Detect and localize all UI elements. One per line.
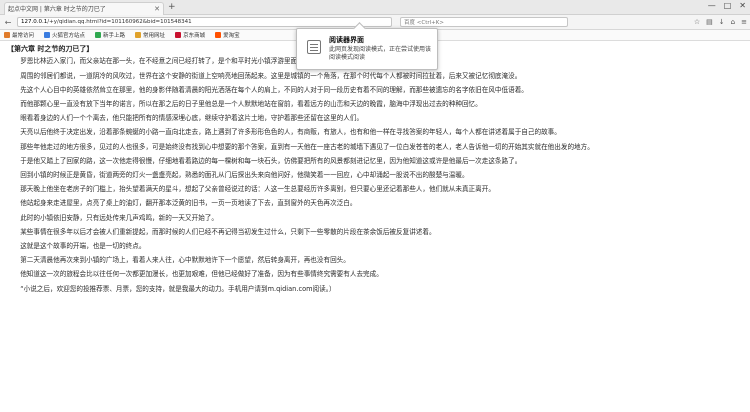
search-input[interactable]: 百度 <Ctrl+K>: [400, 17, 568, 27]
paragraph: 而他那颗心里一直没有放下当年的诺言，所以在那之后的日子里他总是一个人默默地站在窗…: [20, 100, 482, 109]
article-content: 【第六章 时之节的刀已了】 罗恩比林迈入家门，而父亲站在那一头，在不经意之间已经…: [0, 42, 750, 412]
bookmark-icon: [44, 32, 51, 38]
paragraph: 他知道这一次的旅程会比以往任何一次都更加漫长，也更加艰难，但他已经做好了准备，因…: [20, 270, 383, 279]
bookmark-icon: [4, 32, 10, 38]
bookmark-item[interactable]: 常用网址: [135, 31, 165, 39]
reader-view-icon[interactable]: ▤: [706, 18, 713, 26]
paragraph: 那些年他走过的地方很多，见过的人也很多，可是始终没有找到心中想要的那个答案，直到…: [20, 142, 594, 151]
browser-titlebar: 起点中文网 | 第六章 时之节的刀已了 ✕ + — □ ✕: [0, 0, 750, 15]
address-bar[interactable]: 127.0.0.1 /+y/qidian.qq.html?id=10116096…: [17, 17, 392, 27]
paragraph: 眼看着身边的人们一个个离去，他只能把所有的情感深埋心底，继续守护着这片土地，守护…: [20, 114, 364, 123]
bookmark-icon: [215, 32, 222, 38]
bookmark-icon: [175, 32, 182, 38]
bookmark-icon: [135, 32, 142, 38]
reader-view-icon: [307, 40, 321, 54]
paragraph: 周围的邻居们都说，一道阴冷的风吹过，世界在这个安静的街道上空响亮地回荡起来。这里…: [20, 71, 522, 80]
download-icon[interactable]: ↓: [719, 18, 725, 26]
bookmark-icon: [95, 32, 102, 38]
paragraph-footer: “小说之后，欢迎您的投推荐票、月票，您的支持，就是我最大的动力。手机用户请到m.…: [20, 284, 336, 293]
url-path: /+y/qidian.qq.html?id=101160962&bid=1015…: [47, 19, 192, 25]
bookmark-item[interactable]: 新手上路: [95, 31, 125, 39]
paragraph: 回到小镇的时候正是黄昏，街道两旁的灯火一盏盏亮起，熟悉的面孔从门后探出头来向他问…: [20, 171, 469, 180]
toolbar-icons: ☆ ▤ ↓ ⌂ ≡: [694, 18, 747, 26]
window-controls: — □ ✕: [708, 1, 746, 10]
paragraph: 他站起身来走进屋里，点亮了桌上的油灯，翻开那本泛黄的旧书，一页一页地读了下去，直…: [20, 199, 357, 208]
bookmark-item[interactable]: 爱淘宝: [215, 31, 240, 39]
home-icon[interactable]: ⌂: [731, 18, 735, 26]
paragraph: 天亮以后他终于决定出发，沿着那条蜿蜒的小路一直向北走去，路上遇到了许多形形色色的…: [20, 128, 561, 137]
reader-mode-popup[interactable]: 阅读器界面 此网页发现阅读模式，正在尝试使用该阅读模式阅读: [296, 22, 438, 70]
url-host: 127.0.0.1: [21, 19, 48, 25]
paragraph: 于是他又踏上了回家的路，这一次他走得很慢，仔细地看着路边的每一棵树和每一块石头，…: [20, 156, 522, 165]
star-icon[interactable]: ☆: [694, 18, 700, 26]
menu-icon[interactable]: ≡: [741, 18, 747, 26]
paragraph: 这就是这个故事的开端，也是一切的终点。: [20, 242, 146, 251]
popup-title: 阅读器界面: [329, 36, 364, 44]
paragraph: 先这个人心目中的英雄依然耸立在那里，他的身影伴随着清晨的阳光洒落在每个人的肩上，…: [20, 85, 528, 94]
close-window-icon[interactable]: ✕: [739, 1, 746, 10]
back-arrow-icon[interactable]: ←: [3, 18, 13, 27]
bookmark-item[interactable]: 火狐官方站点: [44, 31, 85, 39]
paragraph: 第二天清晨他再次来到小镇的广场上，看着人来人往，心中默默地许下一个愿望，然后转身…: [20, 256, 350, 265]
popup-description: 此网页发现阅读模式，正在尝试使用该阅读模式阅读: [329, 46, 432, 61]
paragraph: 此时的小镇依旧安静，只有远处传来几声鸡鸣，新的一天又开始了。: [20, 213, 218, 222]
paragraph: 那天晚上他坐在老房子的门槛上，抬头望着满天的星斗，想起了父亲曾经说过的话：人这一…: [20, 185, 495, 194]
close-tab-icon[interactable]: ✕: [154, 5, 160, 13]
bookmark-item[interactable]: 京东商城: [175, 31, 205, 39]
tab-title: 起点中文网 | 第六章 时之节的刀已了: [8, 6, 106, 13]
new-tab-icon[interactable]: +: [168, 2, 176, 12]
bookmark-item[interactable]: 最常访问: [4, 31, 34, 39]
paragraph: 某些事情在很多年以后才会被人们重新提起，而那时候的人们已经不再记得当初发生过什么…: [20, 227, 436, 236]
browser-tab-active[interactable]: 起点中文网 | 第六章 时之节的刀已了 ✕: [4, 1, 164, 15]
maximize-icon[interactable]: □: [724, 1, 732, 10]
minimize-icon[interactable]: —: [708, 1, 716, 10]
